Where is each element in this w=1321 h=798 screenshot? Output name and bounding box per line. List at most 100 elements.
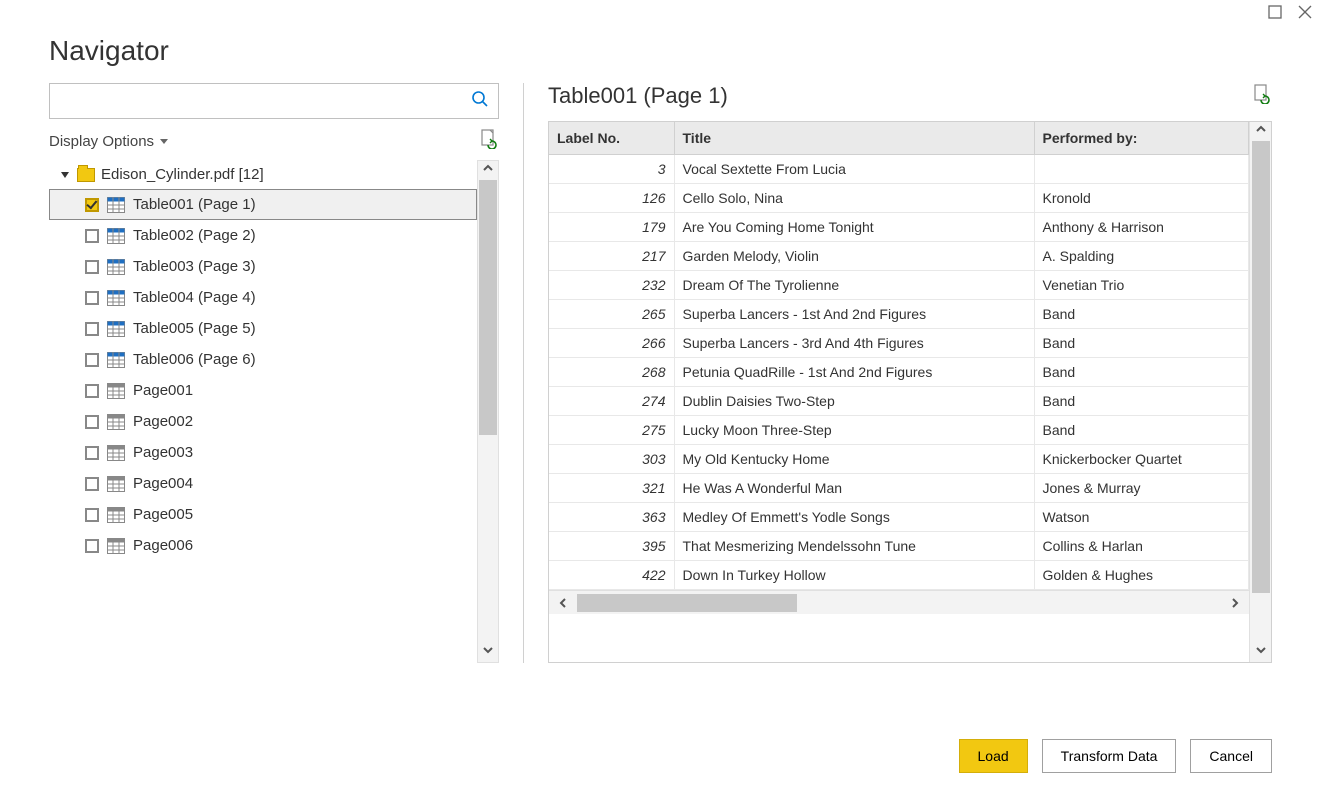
checkbox[interactable] xyxy=(85,477,99,491)
table-row[interactable]: 275Lucky Moon Three-StepBand xyxy=(549,416,1249,445)
scroll-up-icon[interactable] xyxy=(481,161,495,180)
grid-vertical-scrollbar[interactable] xyxy=(1249,122,1271,662)
table-row[interactable]: 266Superba Lancers - 3rd And 4th Figures… xyxy=(549,329,1249,358)
tree-item[interactable]: Page005 xyxy=(49,499,477,530)
table-icon xyxy=(107,259,125,275)
preview-grid: Label No. Title Performed by: 3Vocal Sex… xyxy=(549,122,1249,662)
search-input[interactable] xyxy=(50,84,462,118)
tree-item[interactable]: Page004 xyxy=(49,468,477,499)
checkbox[interactable] xyxy=(85,198,99,212)
table-row[interactable]: 232Dream Of The TyrolienneVenetian Trio xyxy=(549,271,1249,300)
scroll-left-icon[interactable] xyxy=(549,591,577,615)
table-row[interactable]: 274Dublin Daisies Two-StepBand xyxy=(549,387,1249,416)
scroll-thumb-h[interactable] xyxy=(577,594,797,612)
display-options-label: Display Options xyxy=(49,133,154,150)
refresh-preview-button[interactable] xyxy=(1252,84,1272,109)
table-row[interactable]: 422Down In Turkey HollowGolden & Hughes xyxy=(549,561,1249,590)
cell-label-no: 268 xyxy=(549,358,674,387)
cell-performed-by: A. Spalding xyxy=(1034,242,1249,271)
cell-performed-by: Kronold xyxy=(1034,184,1249,213)
collapse-icon xyxy=(61,172,69,178)
table-row[interactable]: 321He Was A Wonderful ManJones & Murray xyxy=(549,474,1249,503)
tree-item[interactable]: Table004 (Page 4) xyxy=(49,282,477,313)
cell-label-no: 179 xyxy=(549,213,674,242)
preview-title: Table001 (Page 1) xyxy=(548,83,728,109)
table-row[interactable]: 265Superba Lancers - 1st And 2nd Figures… xyxy=(549,300,1249,329)
table-row[interactable]: 395That Mesmerizing Mendelssohn TuneColl… xyxy=(549,532,1249,561)
checkbox[interactable] xyxy=(85,260,99,274)
load-button[interactable]: Load xyxy=(959,739,1028,773)
scroll-right-icon[interactable] xyxy=(1221,591,1249,615)
checkbox[interactable] xyxy=(85,508,99,522)
tree-item[interactable]: Table005 (Page 5) xyxy=(49,313,477,344)
tree-item-label: Page004 xyxy=(133,475,193,492)
cell-performed-by: Collins & Harlan xyxy=(1034,532,1249,561)
cell-title: Superba Lancers - 3rd And 4th Figures xyxy=(674,329,1034,358)
tree-item[interactable]: Page002 xyxy=(49,406,477,437)
checkbox[interactable] xyxy=(85,539,99,553)
cell-title: That Mesmerizing Mendelssohn Tune xyxy=(674,532,1034,561)
cell-label-no: 274 xyxy=(549,387,674,416)
display-options-dropdown[interactable]: Display Options xyxy=(49,133,168,150)
scroll-up-icon[interactable] xyxy=(1254,122,1268,141)
tree-item[interactable]: Page003 xyxy=(49,437,477,468)
refresh-tree-button[interactable] xyxy=(479,129,499,154)
table-row[interactable]: 179Are You Coming Home TonightAnthony & … xyxy=(549,213,1249,242)
table-row[interactable]: 3Vocal Sextette From Lucia xyxy=(549,155,1249,184)
cancel-button[interactable]: Cancel xyxy=(1190,739,1272,773)
tree-root[interactable]: Edison_Cylinder.pdf [12] xyxy=(49,160,477,189)
cell-performed-by: Watson xyxy=(1034,503,1249,532)
tree-item[interactable]: Table002 (Page 2) xyxy=(49,220,477,251)
table-row[interactable]: 303My Old Kentucky HomeKnickerbocker Qua… xyxy=(549,445,1249,474)
tree-item[interactable]: Table001 (Page 1) xyxy=(49,189,477,220)
transform-data-button[interactable]: Transform Data xyxy=(1042,739,1177,773)
table-icon xyxy=(107,352,125,368)
cell-title: Superba Lancers - 1st And 2nd Figures xyxy=(674,300,1034,329)
search-icon xyxy=(471,90,489,113)
checkbox[interactable] xyxy=(85,322,99,336)
cell-performed-by: Band xyxy=(1034,300,1249,329)
dialog-footer: Load Transform Data Cancel xyxy=(959,739,1272,773)
checkbox[interactable] xyxy=(85,229,99,243)
scroll-thumb[interactable] xyxy=(1252,141,1270,593)
maximize-icon[interactable] xyxy=(1268,5,1282,19)
grid-horizontal-scrollbar[interactable] xyxy=(549,590,1249,614)
cell-label-no: 266 xyxy=(549,329,674,358)
tree-item[interactable]: Page006 xyxy=(49,530,477,561)
table-row[interactable]: 268Petunia QuadRille - 1st And 2nd Figur… xyxy=(549,358,1249,387)
table-row[interactable]: 363Medley Of Emmett's Yodle SongsWatson xyxy=(549,503,1249,532)
column-header-title[interactable]: Title xyxy=(674,122,1034,155)
scroll-thumb[interactable] xyxy=(479,180,497,435)
page-icon xyxy=(107,476,125,492)
table-row[interactable]: 126Cello Solo, NinaKronold xyxy=(549,184,1249,213)
tree-item-label: Table005 (Page 5) xyxy=(133,320,256,337)
tree-item[interactable]: Table003 (Page 3) xyxy=(49,251,477,282)
tree-item-label: Page002 xyxy=(133,413,193,430)
checkbox[interactable] xyxy=(85,353,99,367)
checkbox[interactable] xyxy=(85,384,99,398)
cell-title: Vocal Sextette From Lucia xyxy=(674,155,1034,184)
cell-title: He Was A Wonderful Man xyxy=(674,474,1034,503)
page-icon xyxy=(107,538,125,554)
tree-item[interactable]: Table006 (Page 6) xyxy=(49,344,477,375)
search-button[interactable] xyxy=(462,84,498,118)
cell-performed-by: Venetian Trio xyxy=(1034,271,1249,300)
tree-item-label: Page001 xyxy=(133,382,193,399)
table-row[interactable]: 217Garden Melody, ViolinA. Spalding xyxy=(549,242,1249,271)
tree-scrollbar[interactable] xyxy=(477,160,499,663)
close-icon[interactable] xyxy=(1298,5,1312,19)
scroll-down-icon[interactable] xyxy=(1254,643,1268,662)
checkbox[interactable] xyxy=(85,446,99,460)
tree-item-label: Page003 xyxy=(133,444,193,461)
page-refresh-icon xyxy=(1252,84,1272,104)
column-header-label-no[interactable]: Label No. xyxy=(549,122,674,155)
column-header-performed-by[interactable]: Performed by: xyxy=(1034,122,1249,155)
tree-item-label: Table001 (Page 1) xyxy=(133,196,256,213)
scroll-down-icon[interactable] xyxy=(481,643,495,662)
cell-performed-by: Band xyxy=(1034,358,1249,387)
tree-item[interactable]: Page001 xyxy=(49,375,477,406)
cell-label-no: 232 xyxy=(549,271,674,300)
checkbox[interactable] xyxy=(85,415,99,429)
tree-item-label: Table003 (Page 3) xyxy=(133,258,256,275)
checkbox[interactable] xyxy=(85,291,99,305)
